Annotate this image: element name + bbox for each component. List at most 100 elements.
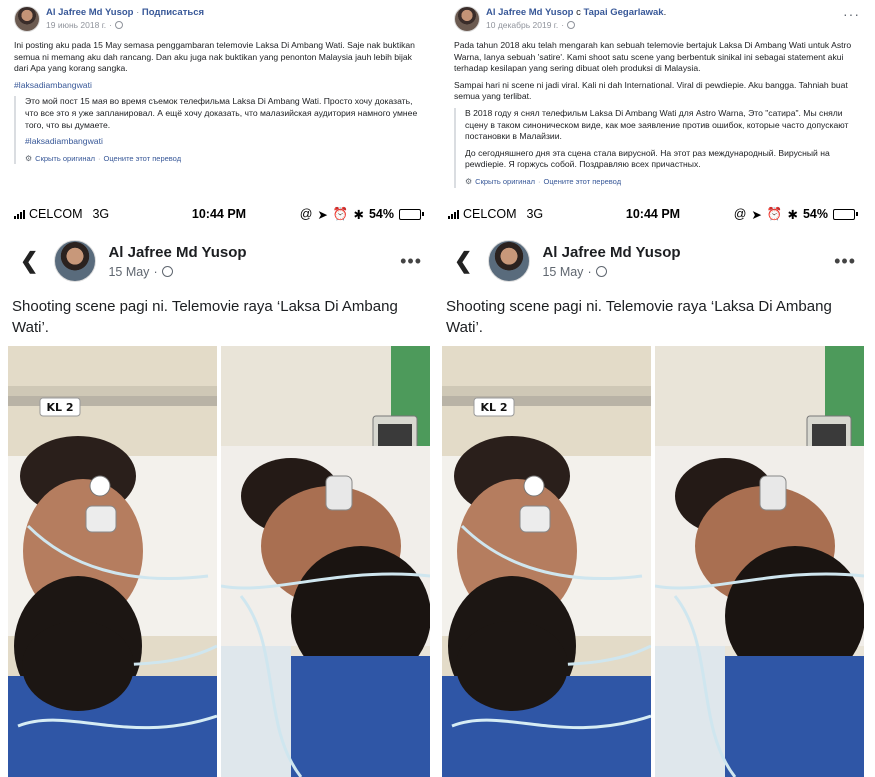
tagged-end: . bbox=[663, 7, 667, 18]
post-date-line: 10 декабрь 2019 г. · bbox=[486, 19, 666, 31]
hide-original-link[interactable]: Скрыть оригинал bbox=[35, 153, 95, 165]
post-paragraph: Sampai hari ni scene ni jadi viral. Kali… bbox=[454, 79, 848, 102]
bed-label: KL 2 bbox=[480, 401, 507, 414]
more-dots-icon[interactable]: ··· bbox=[843, 6, 860, 22]
hashtag-link[interactable]: #laksadiambangwati bbox=[14, 80, 420, 92]
carrier-name: CELCOM bbox=[29, 207, 83, 221]
rate-translation-link[interactable]: Оцените этот перевод bbox=[104, 153, 182, 165]
author-avatar[interactable] bbox=[54, 240, 97, 282]
location-icon: ➤ bbox=[317, 207, 328, 222]
gear-icon: ⚙ bbox=[25, 153, 33, 163]
post-caption: Shooting scene pagi ni. Telemovie raya ‘… bbox=[446, 298, 832, 336]
author-meta: Al Jafree Md Yusop с Tapai Gegarlawak. 1… bbox=[486, 7, 666, 31]
post-date-line: 19 июнь 2018 г. · bbox=[46, 19, 204, 31]
phone-screenshot: CELCOM 3G 10:44 PM @ ➤ ⏰ ✱ 54% ❮ Al Jafr… bbox=[8, 202, 430, 777]
author-avatar[interactable] bbox=[454, 6, 480, 32]
post-caption: Shooting scene pagi ni. Telemovie raya ‘… bbox=[12, 298, 398, 336]
status-right: @ ➤ ⏰ ✱ 54% bbox=[734, 207, 858, 222]
post-header: ❮ Al Jafree Md Yusop 15 May · ••• bbox=[8, 226, 430, 296]
fb-post-header-right: Al Jafree Md Yusop с Tapai Gegarlawak. 1… bbox=[440, 0, 870, 202]
separator: · bbox=[136, 7, 140, 18]
separator: · bbox=[153, 264, 158, 279]
post-original-text: Pada tahun 2018 aku telah mengarah kan s… bbox=[454, 40, 860, 103]
phone-screenshot: CELCOM 3G 10:44 PM @ ➤ ⏰ ✱ 54% ❮ Al Jafr… bbox=[442, 202, 864, 777]
hospital-photo-2[interactable] bbox=[655, 346, 864, 777]
author-meta: Al Jafree Md Yusop · Подписаться 19 июнь… bbox=[46, 7, 204, 31]
with-text: с bbox=[576, 7, 581, 18]
separator: · bbox=[561, 20, 565, 30]
post-date: 15 May · bbox=[542, 265, 680, 279]
screen-lock-icon: @ bbox=[733, 207, 747, 221]
separator: · bbox=[587, 264, 592, 279]
hospital-photo-2[interactable] bbox=[221, 346, 430, 777]
author-name[interactable]: Al Jafree Md Yusop bbox=[108, 244, 246, 261]
author-meta: Al Jafree Md Yusop 15 May · bbox=[108, 244, 246, 279]
signal-icon bbox=[14, 209, 25, 219]
status-time: 10:44 PM bbox=[191, 207, 247, 221]
translation-paragraph: Это мой пост 15 мая во время съемок теле… bbox=[25, 96, 418, 130]
post-paragraph: Ini posting aku pada 15 May semasa pengg… bbox=[14, 40, 415, 74]
post-date-text: 15 May bbox=[542, 264, 584, 279]
screen-lock-icon: @ bbox=[299, 207, 313, 221]
author-meta: Al Jafree Md Yusop 15 May · bbox=[542, 244, 680, 279]
fb-post-head: Al Jafree Md Yusop с Tapai Gegarlawak. 1… bbox=[454, 4, 860, 34]
battery-percent: 54% bbox=[368, 207, 394, 221]
author-name-link[interactable]: Al Jafree Md Yusop bbox=[46, 7, 133, 18]
post-date-text: 15 May bbox=[108, 264, 150, 279]
bluetooth-icon: ✱ bbox=[787, 207, 798, 222]
battery-icon bbox=[399, 208, 424, 220]
bluetooth-icon: ✱ bbox=[353, 207, 364, 222]
hospital-bed-photo: KL 2 bbox=[442, 346, 651, 777]
translation-links: ⚙ Скрыть оригинал · Оцените этот перевод bbox=[25, 153, 420, 165]
globe-icon bbox=[567, 21, 576, 29]
post-translation: В 2018 году я снял телефильм Laksa Di Am… bbox=[454, 107, 860, 188]
hospital-bed-photo: KL 2 bbox=[8, 346, 217, 777]
post-header: ❮ Al Jafree Md Yusop 15 May · ••• bbox=[442, 226, 864, 296]
photo-grid: KL 2 bbox=[8, 346, 430, 777]
author-avatar[interactable] bbox=[488, 240, 531, 282]
hide-original-link[interactable]: Скрыть оригинал bbox=[475, 176, 535, 188]
alarm-icon: ⏰ bbox=[766, 206, 783, 221]
status-time: 10:44 PM bbox=[625, 207, 681, 221]
battery-icon bbox=[833, 208, 858, 220]
gear-icon: ⚙ bbox=[465, 176, 473, 186]
tagged-user-link[interactable]: Tapai Gegarlawak bbox=[584, 7, 664, 18]
globe-icon bbox=[161, 266, 173, 277]
status-bar: CELCOM 3G 10:44 PM @ ➤ ⏰ ✱ 54% bbox=[442, 202, 864, 226]
network-type: 3G bbox=[526, 207, 544, 221]
alarm-icon: ⏰ bbox=[332, 206, 349, 221]
hospital-monitor-photo bbox=[655, 346, 864, 777]
post-translation: Это мой пост 15 мая во время съемок теле… bbox=[14, 96, 420, 165]
separator: · bbox=[98, 153, 101, 163]
post-paragraph: Pada tahun 2018 aku telah mengarah kan s… bbox=[454, 40, 852, 74]
post-date-link[interactable]: 19 июнь 2018 г. bbox=[46, 19, 106, 31]
translation-hashtag-link[interactable]: #laksadiambangwati bbox=[25, 136, 420, 148]
author-avatar[interactable] bbox=[14, 6, 40, 32]
author-line: Al Jafree Md Yusop · Подписаться bbox=[46, 7, 204, 19]
chevron-left-icon[interactable]: ❮ bbox=[454, 248, 472, 274]
author-name-link[interactable]: Al Jafree Md Yusop bbox=[486, 7, 573, 18]
translation-paragraph: До сегодняшнего дня эта сцена стала виру… bbox=[465, 147, 830, 170]
left-post-panel: Al Jafree Md Yusop · Подписаться 19 июнь… bbox=[0, 0, 430, 777]
separator: · bbox=[109, 20, 112, 30]
chevron-left-icon[interactable]: ❮ bbox=[20, 248, 38, 274]
photo-grid: KL 2 bbox=[442, 346, 864, 777]
rate-translation-link[interactable]: Оцените этот перевод bbox=[544, 176, 622, 188]
translation-links: ⚙ Скрыть оригинал · Оцените этот перевод bbox=[465, 176, 860, 188]
hospital-photo-1[interactable]: KL 2 bbox=[442, 346, 651, 777]
more-dots-icon[interactable]: ••• bbox=[400, 251, 422, 272]
bed-label: KL 2 bbox=[46, 401, 73, 414]
hospital-monitor-photo bbox=[221, 346, 430, 777]
separator: · bbox=[538, 176, 541, 186]
globe-icon bbox=[595, 266, 607, 277]
post-date-link[interactable]: 10 декабрь 2019 г. bbox=[486, 19, 558, 31]
status-right: @ ➤ ⏰ ✱ 54% bbox=[300, 207, 424, 222]
post-original-text: Ini posting aku pada 15 May semasa pengg… bbox=[14, 40, 420, 91]
hospital-photo-1[interactable]: KL 2 bbox=[8, 346, 217, 777]
translation-paragraph: В 2018 году я снял телефильм Laksa Di Am… bbox=[465, 107, 849, 142]
author-line: Al Jafree Md Yusop с Tapai Gegarlawak. bbox=[486, 7, 666, 19]
more-dots-icon[interactable]: ••• bbox=[834, 251, 856, 272]
follow-link[interactable]: Подписаться bbox=[142, 7, 204, 18]
status-bar: CELCOM 3G 10:44 PM @ ➤ ⏰ ✱ 54% bbox=[8, 202, 430, 226]
author-name[interactable]: Al Jafree Md Yusop bbox=[542, 244, 680, 261]
